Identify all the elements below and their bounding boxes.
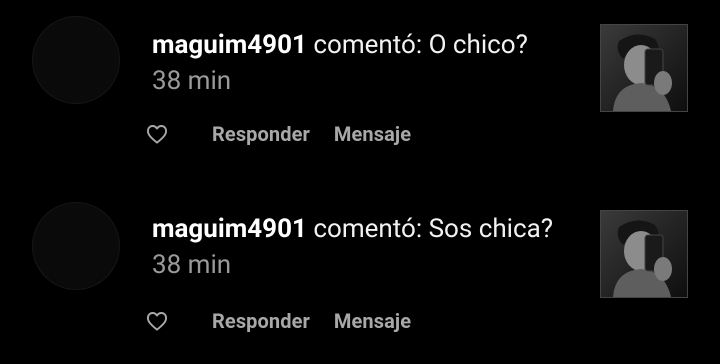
notification-text: maguim4901 comentó: Sos chica? 38 min [152,211,572,283]
reply-button[interactable]: Responder [212,122,310,146]
timestamp: 38 min [152,66,232,96]
notification-actions: Responder Mensaje [145,119,411,149]
username[interactable]: maguim4901 [152,214,307,244]
heart-outline-icon[interactable] [145,123,169,145]
message-button[interactable]: Mensaje [334,309,411,333]
heart-outline-icon[interactable] [145,310,169,332]
notification-actions: Responder Mensaje [145,306,411,336]
comment-text: Sos chica? [428,214,554,244]
user-avatar[interactable] [32,16,120,104]
notification-text: maguim4901 comentó: O chico? 38 min [152,27,572,99]
timestamp: 38 min [152,250,232,280]
comment-text: O chico? [428,30,528,60]
action-text: comentó: [313,30,423,60]
post-thumbnail[interactable] [600,210,688,298]
username[interactable]: maguim4901 [152,30,307,60]
message-button[interactable]: Mensaje [334,122,411,146]
user-avatar[interactable] [32,202,120,290]
post-thumbnail[interactable] [600,24,688,112]
action-text: comentó: [313,214,423,244]
reply-button[interactable]: Responder [212,309,310,333]
